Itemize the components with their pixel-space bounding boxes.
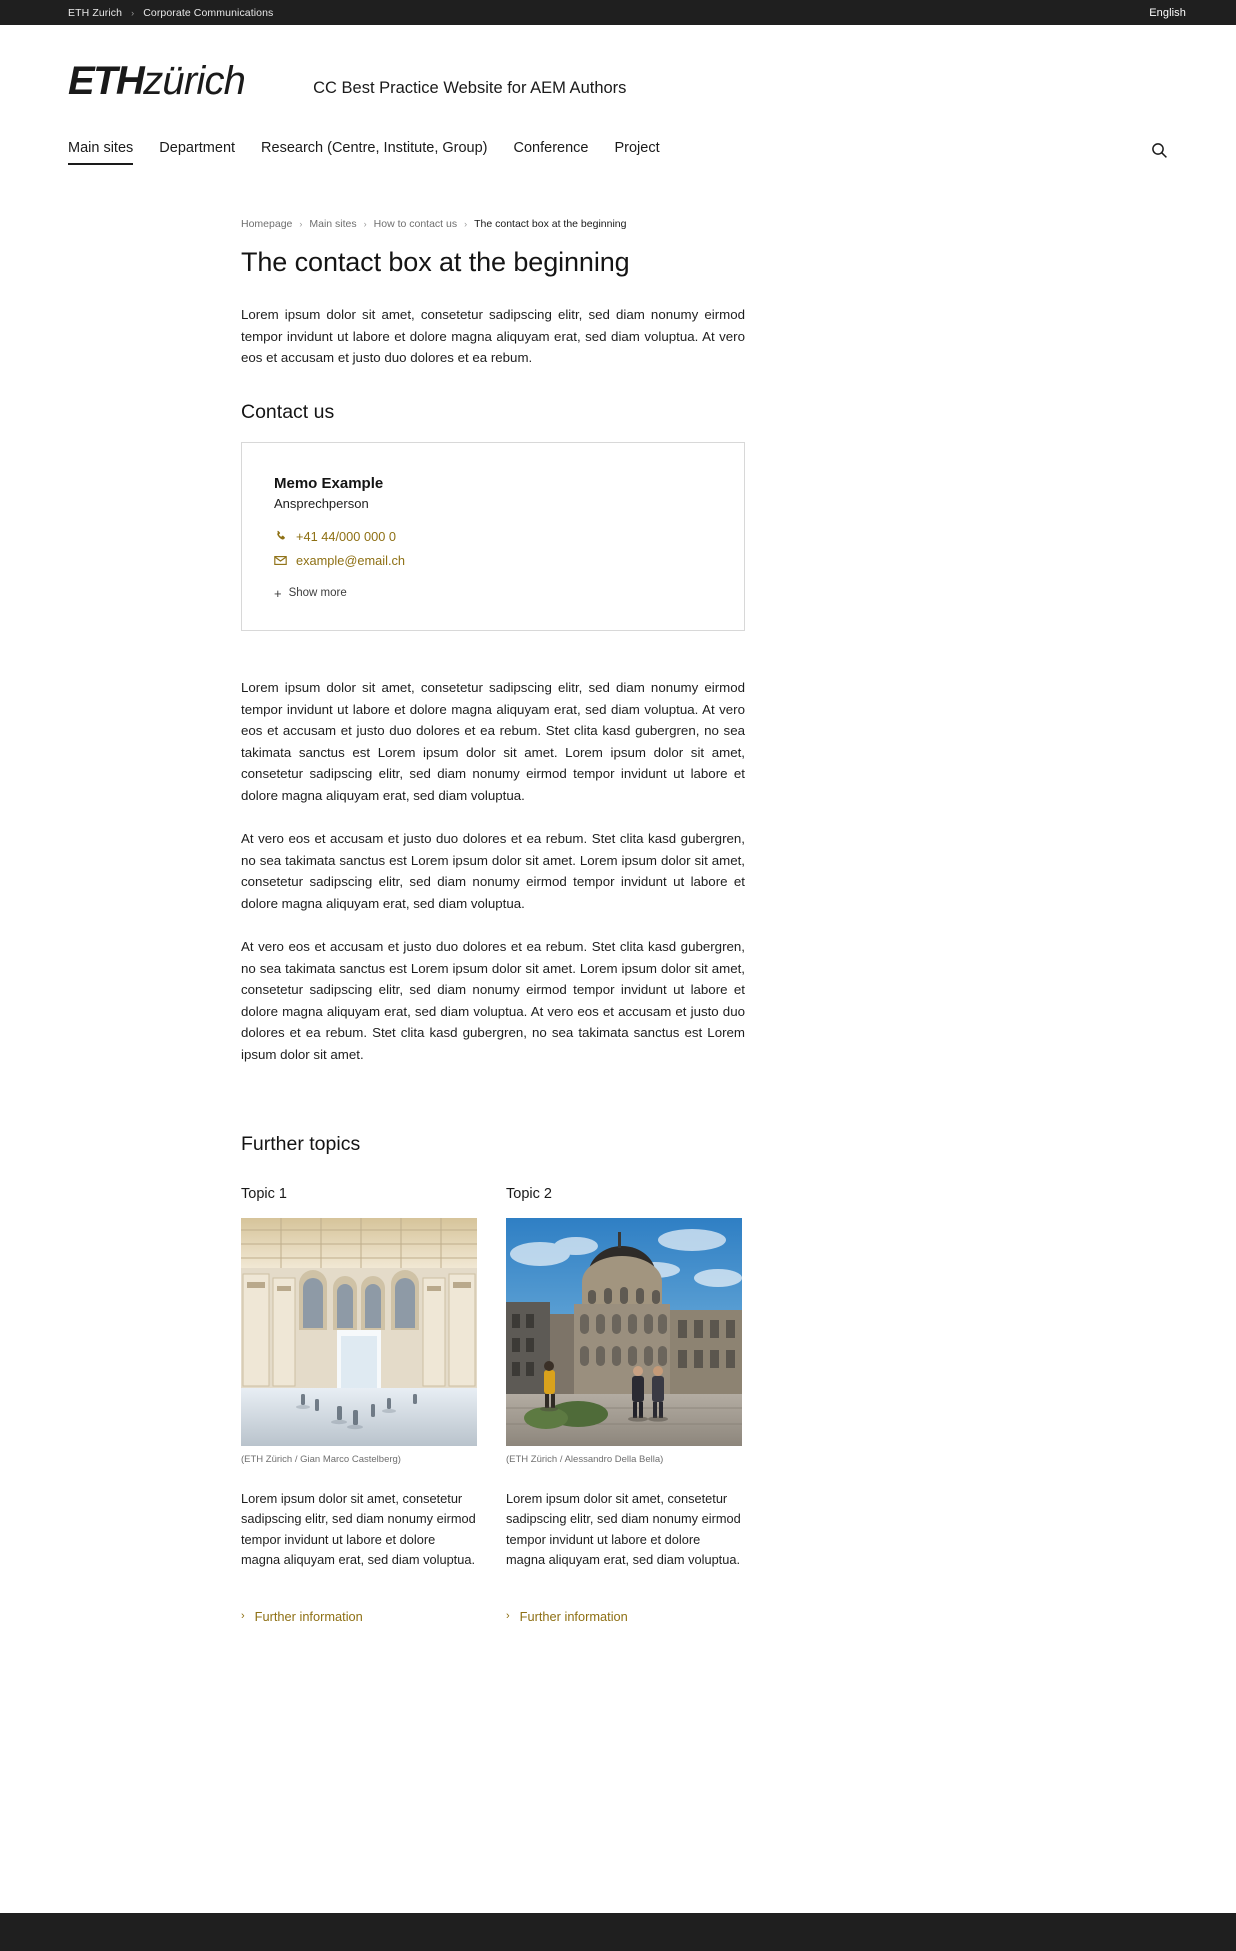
chevron-right-icon: › <box>299 219 303 229</box>
nav-item-research[interactable]: Research (Centre, Institute, Group) <box>261 140 487 165</box>
nav-item-main-sites[interactable]: Main sites <box>68 140 134 165</box>
chevron-right-icon: › <box>506 1609 510 1622</box>
content-column: Homepage › Main sites › How to contact u… <box>241 165 745 1624</box>
chevron-right-icon: › <box>464 219 468 229</box>
show-more-toggle[interactable]: + Show more <box>274 587 712 600</box>
contact-section-title: Contact us <box>241 400 335 423</box>
main-navigation: Main sites Department Research (Centre, … <box>0 125 1236 165</box>
show-more-label: Show more <box>288 587 347 600</box>
language-switcher[interactable]: English <box>1149 7 1208 19</box>
mail-icon <box>274 554 287 567</box>
nav-item-project[interactable]: Project <box>614 140 659 165</box>
chevron-right-icon: › <box>363 219 367 229</box>
breadcrumb-item-main-sites[interactable]: Main sites <box>309 218 356 230</box>
breadcrumb-item-current: The contact box at the beginning <box>474 218 627 230</box>
site-title: CC Best Practice Website for AEM Authors <box>313 79 627 97</box>
logo-zurich-text: zürich <box>143 59 246 103</box>
contact-box: Memo Example Ansprechperson +41 44/000 0… <box>241 441 745 631</box>
logo-eth-text: ETH <box>68 59 145 103</box>
intro-paragraph: Lorem ipsum dolor sit amet, consetetur s… <box>241 307 745 366</box>
plus-icon: + <box>274 585 282 601</box>
topic-image <box>241 1218 477 1447</box>
nav-item-list: Main sites Department Research (Centre, … <box>68 140 660 165</box>
breadcrumb: Homepage › Main sites › How to contact u… <box>241 218 745 230</box>
chevron-right-icon: › <box>131 7 135 18</box>
topic-text: Lorem ipsum dolor sit amet, consetetur s… <box>506 1490 741 1568</box>
utility-link-eth-zurich[interactable]: ETH Zurich <box>68 7 122 19</box>
nav-item-department[interactable]: Department <box>159 140 235 165</box>
topic-image <box>506 1218 742 1447</box>
site-header: ETHzürich CC Best Practice Website for A… <box>0 25 1236 101</box>
contact-email-text: example@email.ch <box>296 552 406 568</box>
body-paragraph-2: At vero eos et accusam et justo duo dolo… <box>241 831 745 911</box>
eth-logo[interactable]: ETHzürich <box>68 55 246 103</box>
topic-link-label: Further information <box>519 1608 628 1624</box>
utility-breadcrumb: ETH Zurich › Corporate Communications <box>68 7 273 19</box>
topic-card: Topic 1 (ETH Zürich / Gian Marco Castelb… <box>241 1186 477 1624</box>
search-icon[interactable] <box>1151 142 1168 165</box>
topic-text: Lorem ipsum dolor sit amet, consetetur s… <box>241 1490 476 1568</box>
topic-title: Topic 1 <box>241 1186 287 1203</box>
topic-link-label: Further information <box>254 1608 363 1624</box>
topic-list: Topic 1 (ETH Zürich / Gian Marco Castelb… <box>241 1186 745 1624</box>
topic-image-caption: (ETH Zürich / Alessandro Della Bella) <box>506 1454 664 1466</box>
nav-item-conference[interactable]: Conference <box>514 140 589 165</box>
contact-name: Memo Example <box>274 474 384 492</box>
breadcrumb-item-how-to-contact-us[interactable]: How to contact us <box>374 218 457 230</box>
page-root: ETH Zurich › Corporate Communications En… <box>0 0 1236 1951</box>
contact-phone-link[interactable]: +41 44/000 000 0 <box>274 529 712 544</box>
contact-role: Ansprechperson <box>274 495 369 511</box>
body-paragraph-3: At vero eos et accusam et justo duo dolo… <box>241 939 745 1062</box>
footer-bar <box>0 1913 1236 1951</box>
topic-title: Topic 2 <box>506 1186 552 1203</box>
contact-email-link[interactable]: example@email.ch <box>274 553 712 568</box>
topic-card: Topic 2 (ETH Zürich / Alessandro Della B… <box>506 1186 742 1624</box>
further-topics-title: Further topics <box>241 1133 361 1156</box>
utility-bar: ETH Zurich › Corporate Communications En… <box>0 0 1236 25</box>
chevron-right-icon: › <box>241 1609 245 1622</box>
topic-further-information-link[interactable]: › Further information <box>241 1609 477 1624</box>
phone-icon <box>274 530 287 543</box>
page-title: The contact box at the beginning <box>241 247 630 277</box>
topic-further-information-link[interactable]: › Further information <box>506 1609 742 1624</box>
contact-phone-text: +41 44/000 000 0 <box>296 528 396 544</box>
breadcrumb-item-homepage[interactable]: Homepage <box>241 218 292 230</box>
utility-link-corporate-communications[interactable]: Corporate Communications <box>143 7 273 19</box>
topic-image-caption: (ETH Zürich / Gian Marco Castelberg) <box>241 1454 401 1466</box>
further-topics-section: Further topics Topic 1 (ETH Zürich / Gia… <box>241 1133 745 1624</box>
body-paragraph-1: Lorem ipsum dolor sit amet, consetetur s… <box>241 679 745 803</box>
